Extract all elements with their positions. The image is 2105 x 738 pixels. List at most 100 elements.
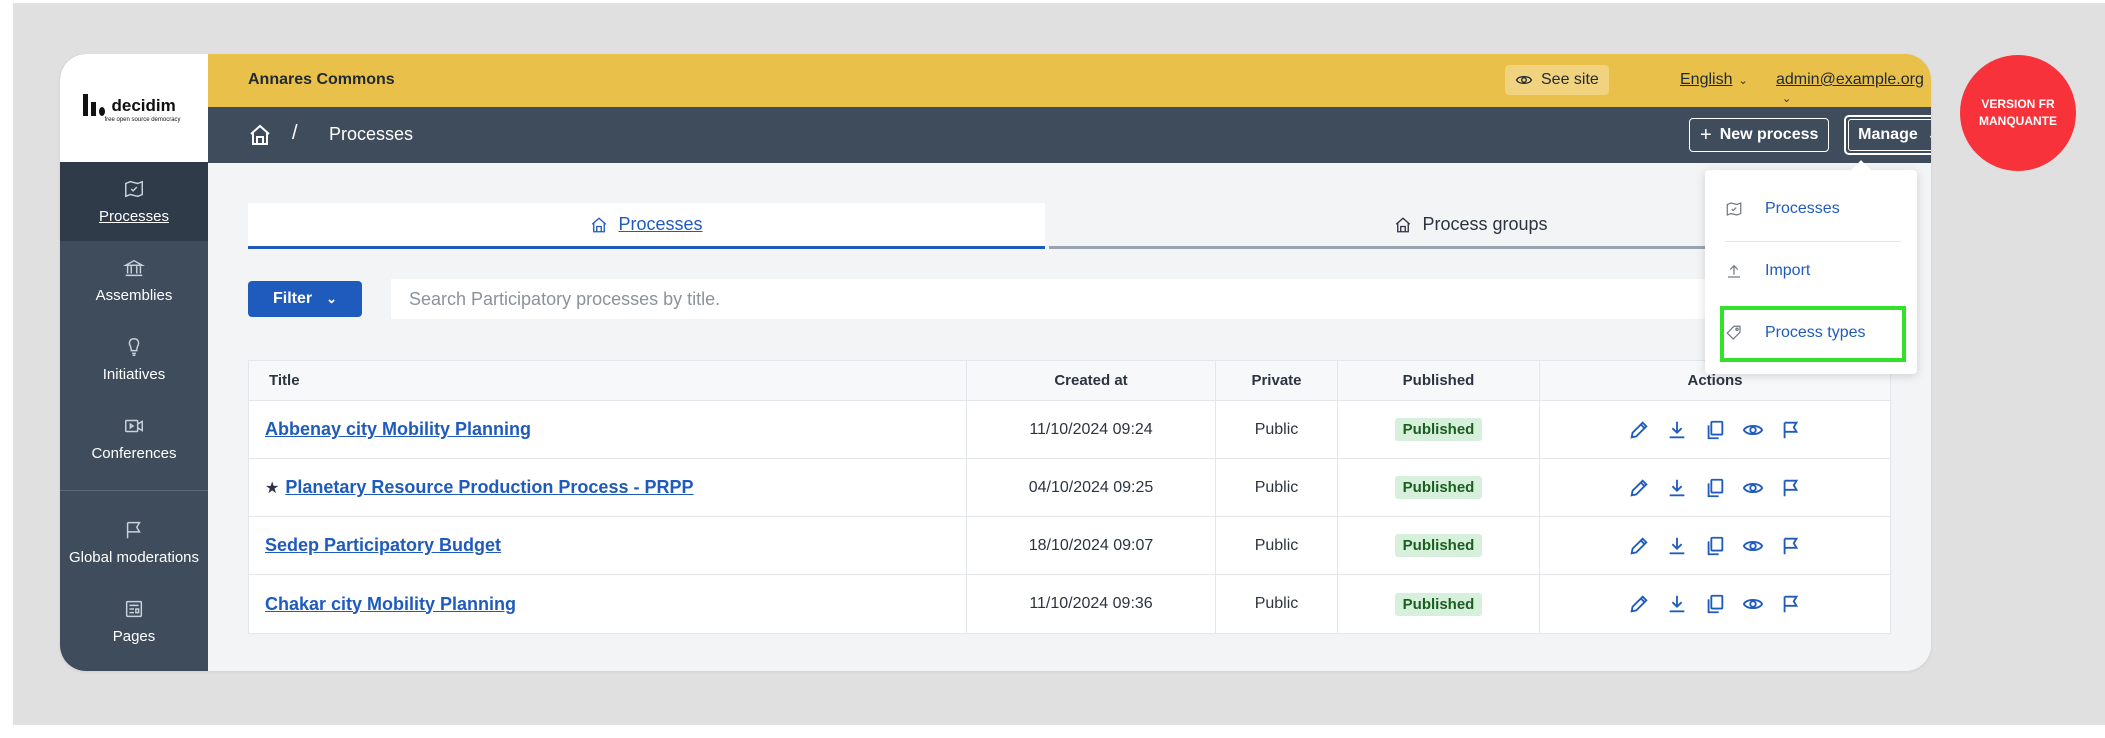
home-icon[interactable] <box>248 123 272 147</box>
sidebar-item-label: Processes <box>98 208 170 225</box>
processes-table: Title Created at Private Published Actio… <box>248 360 1891 634</box>
main-content: Processes Process groups Filter ⌄ Title … <box>208 163 1931 671</box>
created-cell: 11/10/2024 09:36 <box>967 575 1216 633</box>
created-cell: 04/10/2024 09:25 <box>967 459 1216 516</box>
title-cell: Chakar city Mobility Planning <box>249 575 967 633</box>
see-site-button[interactable]: See site <box>1505 65 1609 95</box>
organization-name: Annares Commons <box>248 71 395 88</box>
breadcrumb-current: Processes <box>329 124 414 144</box>
breadcrumb-bar: / Processes + New process Manage ⌄ <box>208 107 1931 163</box>
eye-icon[interactable] <box>1742 535 1764 557</box>
column-header-created[interactable]: Created at <box>967 361 1216 400</box>
private-cell: Public <box>1216 575 1338 633</box>
upload-icon <box>1728 264 1740 278</box>
admin-window: decidim free open source democracy Proce… <box>60 54 1931 671</box>
download-icon[interactable] <box>1666 535 1688 557</box>
process-title-link[interactable]: Sedep Participatory Budget <box>265 535 501 556</box>
chevron-down-icon: ⌄ <box>1782 93 1792 105</box>
table-row: Chakar city Mobility Planning 11/10/2024… <box>249 575 1890 633</box>
private-cell: Public <box>1216 517 1338 574</box>
duplicate-icon[interactable] <box>1704 477 1726 499</box>
sidebar-item-assemblies[interactable]: Assemblies <box>60 241 208 320</box>
status-badge: Published <box>1394 418 1483 441</box>
duplicate-icon[interactable] <box>1704 535 1726 557</box>
sidebar-item-label: Initiatives <box>102 366 166 383</box>
private-cell: Public <box>1216 459 1338 516</box>
sidebar-item-initiatives[interactable]: Initiatives <box>60 320 208 399</box>
eye-icon[interactable] <box>1742 419 1764 441</box>
actions-cell <box>1540 401 1890 458</box>
processes-icon <box>125 180 143 198</box>
tabs: Processes Process groups <box>248 203 1893 249</box>
column-header-title[interactable]: Title <box>249 361 967 400</box>
top-bar: Annares Commons See site English ⌄ admin@… <box>208 54 1931 107</box>
processes-icon <box>1726 202 1742 216</box>
process-title-link[interactable]: Chakar city Mobility Planning <box>265 594 516 615</box>
sidebar-item-pages[interactable]: Pages <box>60 582 208 661</box>
title-cell: Abbenay city Mobility Planning <box>249 401 967 458</box>
sidebar-item-conferences[interactable]: Conferences <box>60 399 208 478</box>
tab-label: Processes <box>618 214 703 234</box>
actions-cell <box>1540 517 1890 574</box>
column-header-private[interactable]: Private <box>1216 361 1338 400</box>
filter-label: Filter <box>272 290 313 307</box>
new-process-button[interactable]: + New process <box>1689 118 1830 152</box>
flag-icon[interactable] <box>1780 419 1802 441</box>
published-cell: Published <box>1338 401 1540 458</box>
sidebar-item-processes[interactable]: Processes <box>60 162 208 241</box>
menu-item-import[interactable]: Import <box>1725 262 1901 280</box>
sidebar-item-label: Conferences <box>91 445 177 462</box>
download-icon[interactable] <box>1666 593 1688 615</box>
search-input[interactable] <box>391 279 1893 319</box>
language-selector[interactable]: English ⌄ <box>1680 71 1748 89</box>
pencil-icon[interactable] <box>1628 477 1650 499</box>
assemblies-icon <box>123 259 145 277</box>
menu-divider <box>1725 241 1901 242</box>
manage-button[interactable]: Manage ⌄ <box>1844 115 1931 155</box>
column-header-published[interactable]: Published <box>1338 361 1540 400</box>
tab-label: Process groups <box>1422 214 1548 234</box>
filter-button[interactable]: Filter ⌄ <box>248 281 362 317</box>
duplicate-icon[interactable] <box>1704 419 1726 441</box>
status-badge: Published <box>1394 592 1483 616</box>
duplicate-icon[interactable] <box>1704 593 1726 615</box>
eye-icon[interactable] <box>1742 477 1764 499</box>
menu-item-processes[interactable]: Processes <box>1725 200 1901 218</box>
table-row: Sedep Participatory Budget 18/10/2024 09… <box>249 517 1890 575</box>
chevron-down-icon: ⌄ <box>326 291 338 306</box>
initiatives-icon <box>128 338 140 356</box>
pencil-icon[interactable] <box>1628 593 1650 615</box>
pencil-icon[interactable] <box>1628 535 1650 557</box>
title-cell: Sedep Participatory Budget <box>249 517 967 574</box>
menu-item-label: Import <box>1765 262 1811 279</box>
flag-icon[interactable] <box>1780 535 1802 557</box>
process-title-link[interactable]: Planetary Resource Production Process - … <box>285 477 693 498</box>
flag-icon[interactable] <box>1780 477 1802 499</box>
conferences-icon <box>125 419 143 433</box>
home-icon <box>592 216 607 232</box>
status-badge: Published <box>1394 534 1483 557</box>
sidebar-item-label: Global moderations <box>68 549 200 566</box>
new-process-label: New process <box>1719 126 1819 143</box>
sidebar: decidim free open source democracy Proce… <box>60 54 208 671</box>
created-cell: 18/10/2024 09:07 <box>967 517 1216 574</box>
sidebar-item-global-moderations[interactable]: Global moderations <box>60 503 208 582</box>
highlight-box <box>1720 306 1906 362</box>
flag-icon[interactable] <box>1780 593 1802 615</box>
breadcrumb-separator: / <box>292 122 298 144</box>
star-icon: ★ <box>265 479 280 497</box>
download-icon[interactable] <box>1666 419 1688 441</box>
process-title-link[interactable]: Abbenay city Mobility Planning <box>265 419 531 440</box>
sidebar-item-label: Assemblies <box>95 287 173 304</box>
chevron-down-icon: ⌄ <box>1928 128 1931 142</box>
download-icon[interactable] <box>1666 477 1688 499</box>
logo[interactable]: decidim free open source democracy <box>60 54 208 162</box>
published-cell: Published <box>1338 575 1540 633</box>
menu-item-label: Processes <box>1765 200 1840 217</box>
tab-processes[interactable]: Processes <box>248 203 1045 249</box>
eye-icon[interactable] <box>1742 593 1764 615</box>
pencil-icon[interactable] <box>1628 419 1650 441</box>
table-row: Abbenay city Mobility Planning 11/10/202… <box>249 401 1890 459</box>
user-menu[interactable]: admin@example.org ⌄ <box>1776 71 1931 107</box>
private-cell: Public <box>1216 401 1338 458</box>
